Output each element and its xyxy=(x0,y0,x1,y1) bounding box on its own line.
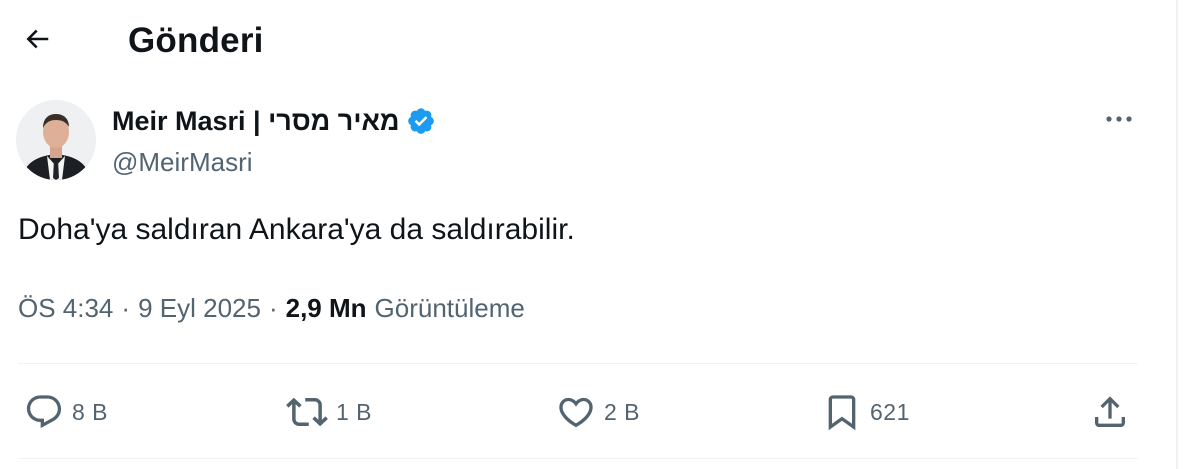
more-button[interactable] xyxy=(1096,100,1142,140)
divider xyxy=(18,458,1138,459)
meta-separator: · xyxy=(268,293,278,323)
reply-button[interactable]: 8 B xyxy=(24,384,108,440)
author-display-name[interactable]: Meir Masri | מאיר מסרי xyxy=(112,103,400,139)
reply-icon xyxy=(24,392,64,432)
like-button[interactable]: 2 B xyxy=(556,384,640,440)
share-button[interactable] xyxy=(1090,384,1130,440)
repost-count: 1 B xyxy=(336,398,373,425)
like-count: 2 B xyxy=(604,398,641,425)
avatar-portrait xyxy=(16,100,96,180)
verified-badge-icon[interactable] xyxy=(406,106,436,136)
share-icon xyxy=(1090,392,1130,432)
bookmark-button[interactable]: 621 xyxy=(822,384,910,440)
author-handle[interactable]: @MeirMasri xyxy=(112,145,436,179)
repost-icon xyxy=(286,391,328,433)
reply-count: 8 B xyxy=(72,398,109,425)
repost-button[interactable]: 1 B xyxy=(286,384,372,440)
views-label: Görüntüleme xyxy=(374,293,525,323)
tweet-date[interactable]: 9 Eyl 2025 xyxy=(138,290,261,326)
tweet-time[interactable]: ÖS 4:34 xyxy=(18,290,113,326)
tweet-text: Doha'ya saldıran Ankara'ya da saldırabil… xyxy=(18,213,575,246)
page-header: Gönderi xyxy=(0,0,1176,80)
heart-icon xyxy=(556,392,596,432)
action-bar: 8 B 1 B 2 B 621 xyxy=(0,384,1176,440)
bookmark-icon xyxy=(822,392,862,432)
divider xyxy=(18,363,1138,364)
more-horizontal-icon xyxy=(1104,111,1134,129)
name-row: Meir Masri | מאיר מסרי xyxy=(112,103,436,139)
back-button[interactable] xyxy=(14,18,60,64)
meta-separator: · xyxy=(121,293,131,323)
arrow-left-icon xyxy=(22,24,52,59)
column-border xyxy=(1176,0,1178,469)
tweet-meta: ÖS 4:34 · 9 Eyl 2025 · 2,9 Mn Görüntülem… xyxy=(18,290,525,326)
avatar[interactable] xyxy=(16,100,96,180)
bookmark-count: 621 xyxy=(870,398,910,425)
page-title: Gönderi xyxy=(128,21,264,60)
author-block: Meir Masri | מאיר מסרי @MeirMasri xyxy=(112,103,436,179)
views-count: 2,9 Mn xyxy=(285,293,367,323)
